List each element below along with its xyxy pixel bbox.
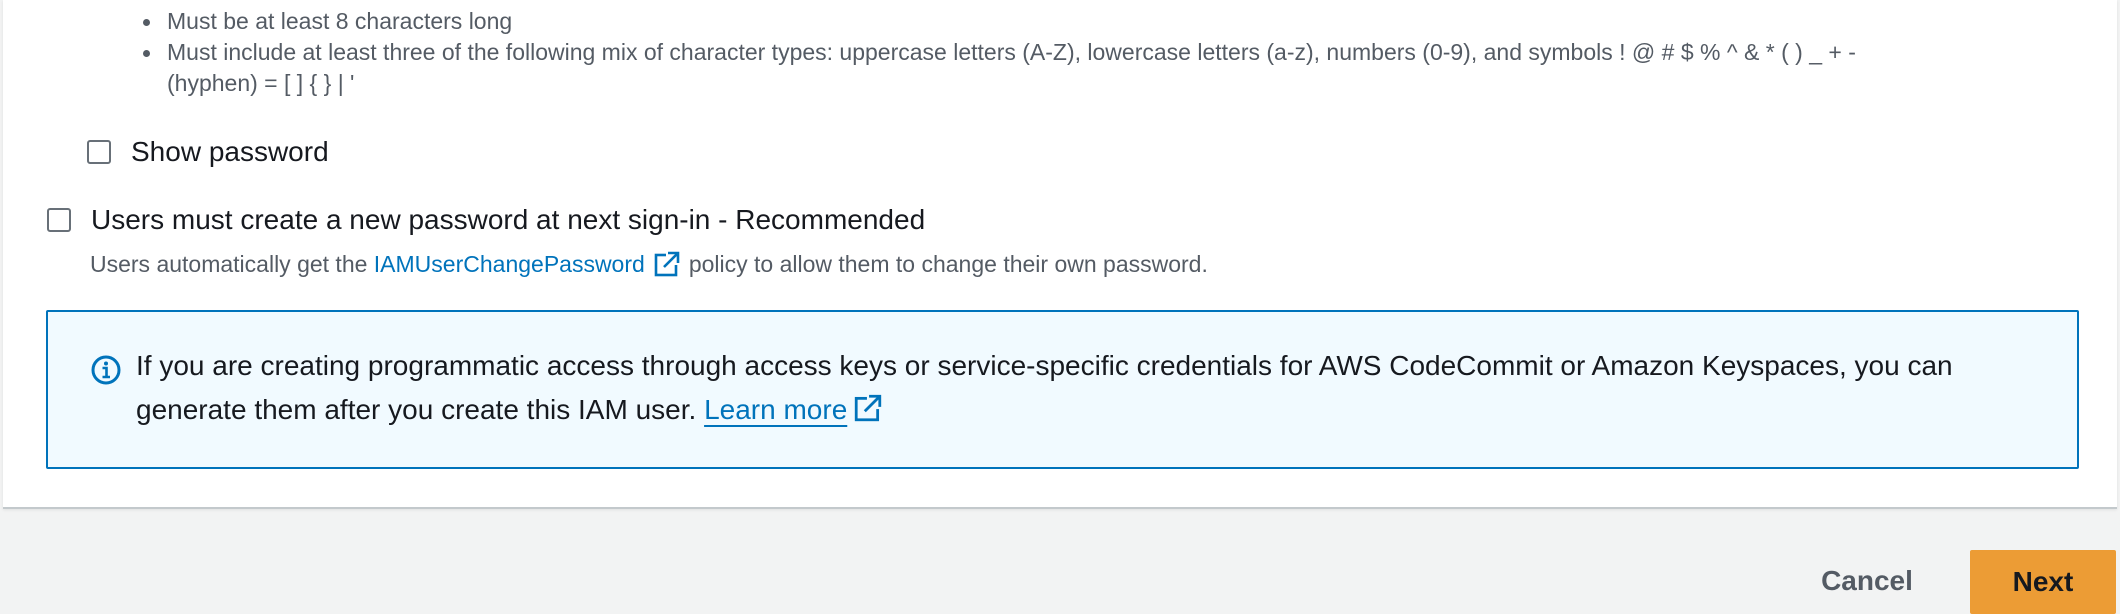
external-link-icon[interactable] (853, 393, 883, 423)
show-password-label[interactable]: Show password (131, 136, 329, 168)
info-icon (91, 355, 121, 385)
password-requirements-list: Must be at least 8 characters long Must … (143, 6, 2023, 99)
description-suffix: policy to allow them to change their own… (688, 250, 1208, 277)
policy-link[interactable]: IAMUserChangePassword (374, 251, 645, 278)
info-alert-text: If you are creating programmatic access … (136, 344, 2036, 432)
requirement-text: Must include at least three of the follo… (167, 39, 1856, 65)
require-password-reset-label[interactable]: Users must create a new password at next… (91, 204, 925, 236)
requirement-character-mix: Must include at least three of the follo… (143, 37, 2023, 99)
bullet (143, 19, 150, 26)
info-alert: If you are creating programmatic access … (46, 310, 2079, 469)
requirement-min-length: Must be at least 8 characters long (143, 6, 2023, 37)
description-prefix: Users automatically get the (90, 250, 368, 277)
password-settings-panel: Must be at least 8 characters long Must … (3, 0, 2117, 509)
learn-more-link[interactable]: Learn more (704, 394, 847, 425)
cancel-button[interactable]: Cancel (1797, 552, 1937, 610)
next-button[interactable]: Next (1970, 550, 2116, 614)
require-password-reset-checkbox[interactable] (47, 208, 71, 232)
external-link-icon[interactable] (653, 250, 681, 278)
require-password-reset-description: Users automatically get the IAMUserChang… (90, 250, 1208, 278)
bullet (143, 50, 150, 57)
requirement-text: Must be at least 8 characters long (167, 8, 513, 34)
require-password-reset-row[interactable]: Users must create a new password at next… (47, 204, 925, 236)
show-password-row[interactable]: Show password (87, 136, 329, 168)
show-password-checkbox[interactable] (87, 140, 111, 164)
info-alert-message: If you are creating programmatic access … (136, 350, 1953, 425)
requirement-text-continued: (hyphen) = [ ] { } | ' (167, 70, 355, 96)
page: Must be at least 8 characters long Must … (0, 0, 2120, 614)
